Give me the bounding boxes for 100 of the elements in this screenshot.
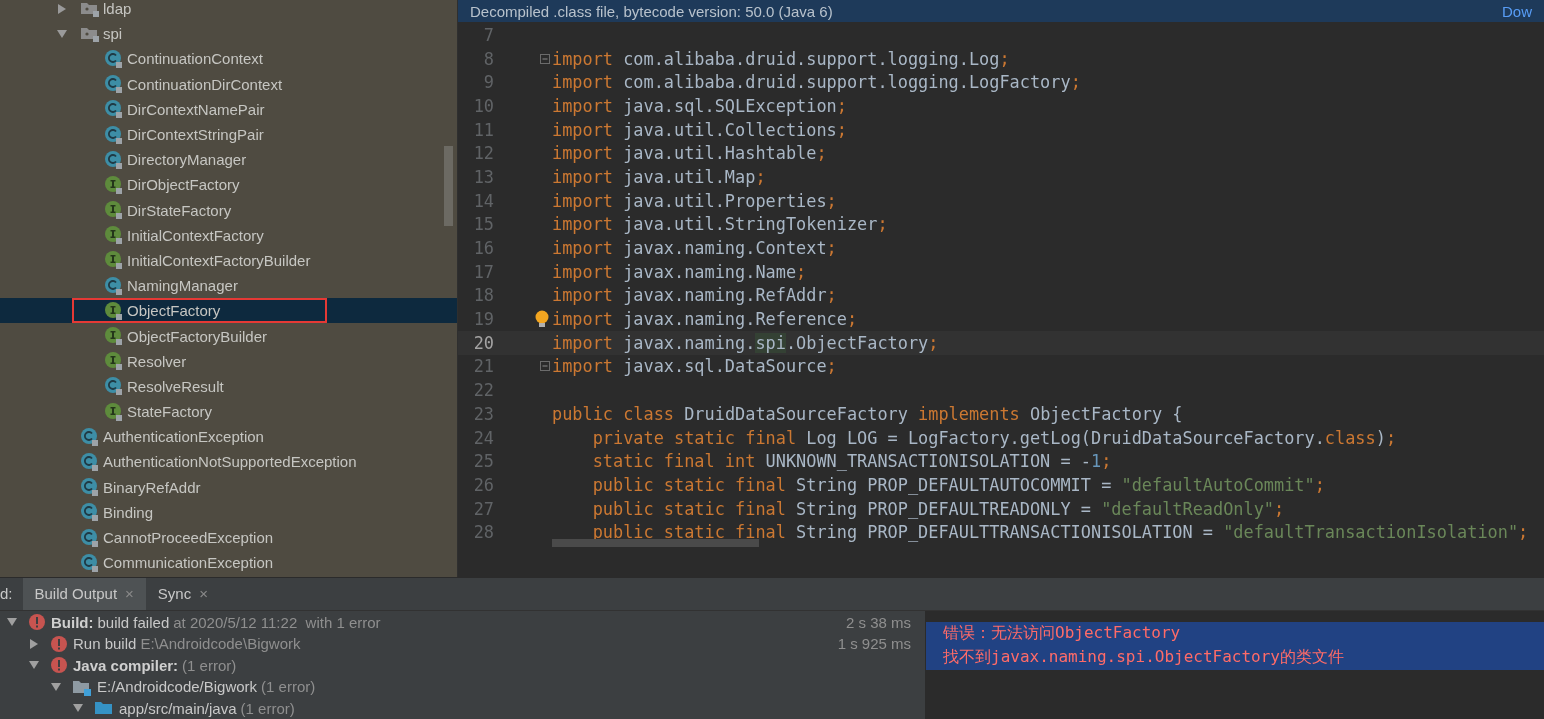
tree-item[interactable]: CommunicationException bbox=[0, 550, 457, 576]
interface-icon bbox=[104, 174, 124, 195]
tab[interactable]: Build Output × bbox=[22, 577, 146, 610]
duration-label: 1 s 925 ms bbox=[837, 635, 911, 653]
tree-item-label: InitialContextFactory bbox=[127, 226, 264, 244]
interface-icon bbox=[104, 351, 124, 372]
class-icon bbox=[104, 149, 124, 170]
banner-link[interactable]: Dow bbox=[1502, 4, 1532, 20]
tree-item[interactable]: InitialContextFactoryBuilder bbox=[0, 247, 457, 274]
tree-item[interactable]: ldap bbox=[0, 0, 457, 22]
tree-item-label: DirObjectFactory bbox=[127, 176, 240, 194]
tree-item[interactable]: spi bbox=[0, 21, 457, 47]
code-line: import java.util.Collections; bbox=[552, 119, 847, 140]
code-line: import javax.naming.Reference; bbox=[552, 309, 858, 330]
line-number: 23 bbox=[472, 403, 494, 424]
tree-item[interactable]: BinaryRefAddr bbox=[0, 474, 457, 500]
code-line: import javax.sql.DataSource; bbox=[552, 356, 837, 377]
tree-item-label: DirectoryManager bbox=[127, 151, 247, 169]
lightbulb-icon[interactable] bbox=[534, 310, 550, 329]
line-number: 11 bbox=[472, 119, 494, 140]
tree-item-label: spi bbox=[103, 25, 123, 43]
tree-item-label: DirContextStringPair bbox=[127, 126, 264, 144]
tree-item-label: CommunicationException bbox=[103, 554, 274, 572]
tree-item-label: DirContextNamePair bbox=[127, 100, 265, 118]
scrollbar[interactable] bbox=[444, 146, 453, 226]
line-number: 17 bbox=[472, 261, 494, 282]
class-icon bbox=[104, 124, 124, 145]
tree-item[interactable]: CannotProceedException bbox=[0, 524, 457, 551]
tab[interactable]: Sync × bbox=[145, 577, 220, 610]
banner-text: Decompiled .class file, bytecode version: 50.0 (Java 6) bbox=[470, 4, 833, 20]
tree-item-label: StateFactory bbox=[127, 403, 213, 421]
tree-item[interactable]: DirContextNamePair bbox=[0, 96, 457, 122]
code-line: import java.util.StringTokenizer; bbox=[552, 214, 888, 235]
class-icon bbox=[80, 502, 100, 523]
collapsed-arrow-icon[interactable] bbox=[56, 2, 68, 15]
tree-item-label: Binding bbox=[103, 503, 154, 521]
tree-item[interactable]: DirObjectFactory bbox=[0, 172, 457, 198]
tree-item[interactable]: Binding bbox=[0, 499, 457, 525]
line-number: 7 bbox=[482, 24, 494, 45]
tree-item[interactable]: Resolver bbox=[0, 348, 457, 374]
build-step-title: Java compiler: bbox=[73, 656, 179, 674]
code-line: import javax.naming.Name; bbox=[552, 261, 807, 282]
build-step-detail: (1 error) bbox=[240, 699, 295, 717]
code-line: import javax.naming.Context; bbox=[552, 238, 837, 259]
interface-icon bbox=[104, 326, 124, 347]
tree-item[interactable]: NamingManager bbox=[0, 273, 457, 299]
scrollbar[interactable] bbox=[552, 538, 759, 547]
close-icon[interactable]: × bbox=[199, 585, 208, 602]
collapsed-arrow-icon[interactable] bbox=[28, 637, 40, 650]
tree-item[interactable]: DirStateFactory bbox=[0, 197, 457, 223]
code-line: import com.alibaba.druid.support.logging.Log; bbox=[552, 48, 1010, 69]
tree-item-label: ContinuationDirContext bbox=[127, 75, 283, 93]
tree-item-label: ObjectFactoryBuilder bbox=[127, 327, 268, 345]
fold-icon[interactable] bbox=[540, 361, 550, 372]
interface-icon bbox=[104, 225, 124, 246]
code-line: import java.sql.SQLException; bbox=[552, 95, 847, 116]
line-number: 21 bbox=[472, 356, 494, 377]
line-number: 10 bbox=[472, 95, 494, 116]
interface-icon bbox=[104, 401, 124, 422]
tree-item-label: ldap bbox=[103, 0, 132, 18]
line-number: 26 bbox=[472, 474, 494, 495]
expanded-arrow-icon[interactable] bbox=[50, 680, 62, 693]
class-icon bbox=[80, 552, 100, 573]
tree-item[interactable]: AuthenticationNotSupportedException bbox=[0, 449, 457, 475]
code-line: import java.util.Map; bbox=[552, 166, 766, 187]
line-number: 8 bbox=[482, 48, 494, 69]
tree-item[interactable]: InitialContextFactory bbox=[0, 222, 457, 248]
tree-item[interactable]: DirectoryManager bbox=[0, 147, 457, 173]
code-line: public static final String PROP_DEFAULTAUTOCOMMIT = "defaultAutoCommit"; bbox=[592, 474, 1325, 495]
tree-item[interactable]: ObjectFactory bbox=[0, 298, 457, 324]
line-number: 28 bbox=[472, 522, 494, 543]
fold-icon[interactable] bbox=[540, 53, 550, 64]
line-number: 22 bbox=[472, 380, 494, 401]
line-number: 9 bbox=[482, 72, 494, 93]
tree-item-label: ResolveResult bbox=[127, 377, 224, 395]
tree-item-label: DirStateFactory bbox=[127, 201, 232, 219]
class-icon bbox=[104, 275, 124, 296]
class-icon bbox=[80, 477, 100, 498]
build-step-detail: E:\Androidcode\Bigwork bbox=[140, 635, 301, 653]
tree-item[interactable]: ResolveResult bbox=[0, 373, 457, 399]
build-step-label: app/src/main/java bbox=[119, 699, 237, 717]
tree-item-label: Resolver bbox=[127, 352, 187, 370]
tree-item[interactable]: ObjectFactoryBuilder bbox=[0, 323, 457, 349]
code-line: public class DruidDataSourceFactory implements ObjectFactory { bbox=[552, 403, 1183, 424]
build-step-label: E:/Androidcode/Bigwork bbox=[97, 678, 258, 696]
tree-item[interactable]: AuthenticationException bbox=[0, 424, 457, 450]
build-step-title: Build: bbox=[51, 613, 94, 631]
tree-item[interactable]: StateFactory bbox=[0, 399, 457, 425]
code-line: public static final String PROP_DEFAULTTRANSACTIONISOLATION = "defaultTransactionIsolation"; bbox=[592, 522, 1529, 543]
interface-icon bbox=[104, 300, 124, 321]
code-line: import javax.naming.spi.ObjectFactory; bbox=[552, 332, 939, 353]
line-number: 13 bbox=[472, 166, 494, 187]
tree-item[interactable]: ContinuationContext bbox=[0, 46, 457, 72]
tree-item[interactable]: ContinuationDirContext bbox=[0, 71, 457, 97]
interface-icon bbox=[104, 250, 124, 271]
expanded-arrow-icon[interactable] bbox=[56, 27, 68, 40]
class-icon bbox=[104, 74, 124, 95]
code-line: import java.util.Properties; bbox=[552, 190, 837, 211]
tree-item[interactable]: DirContextStringPair bbox=[0, 121, 457, 148]
code-line: public static final String PROP_DEFAULTREADONLY = "defaultReadOnly"; bbox=[592, 498, 1285, 519]
